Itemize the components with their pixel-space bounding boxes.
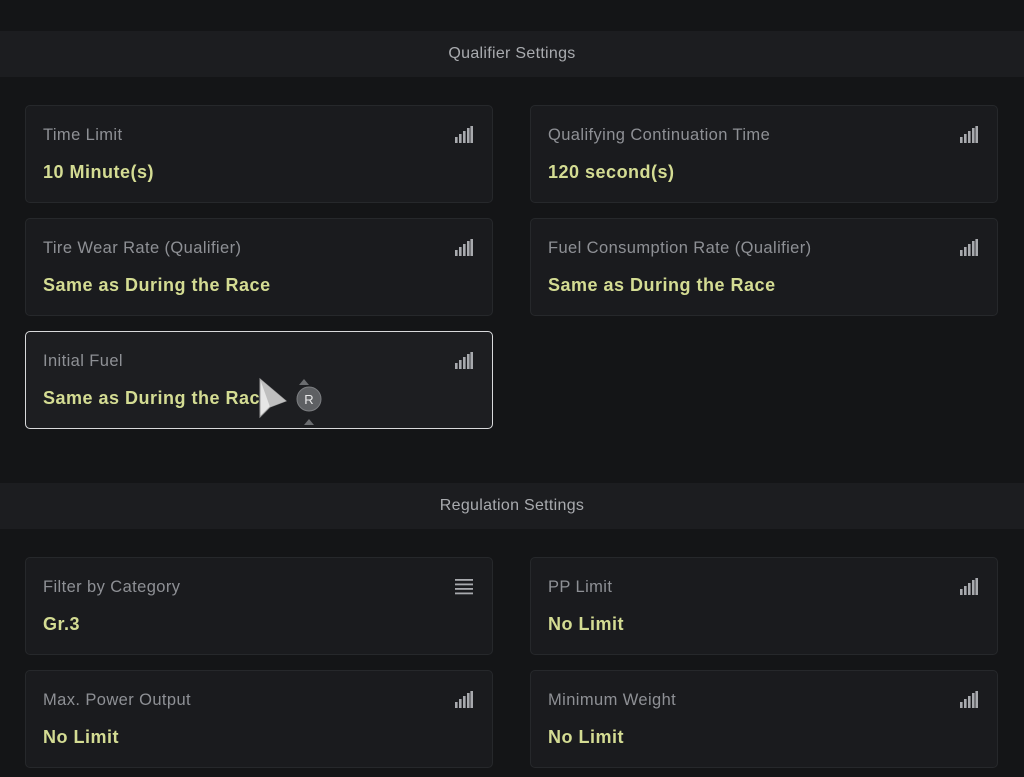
signal-bars-icon: [960, 578, 978, 595]
cursor-pointer-icon: R: [259, 377, 322, 425]
chevron-up-icon: [299, 379, 309, 385]
minimum-weight-card[interactable]: Minimum Weight No Limit: [530, 670, 998, 768]
qualifier-settings-title: Qualifier Settings: [448, 45, 576, 62]
fuel-consumption-rate-card[interactable]: Fuel Consumption Rate (Qualifier) Same a…: [530, 218, 998, 316]
minimum-weight-label: Minimum Weight: [548, 691, 677, 709]
filter-by-category-value: Gr.3: [43, 614, 81, 634]
filter-by-category-label: Filter by Category: [43, 578, 181, 596]
tire-wear-rate-card[interactable]: Tire Wear Rate (Qualifier) Same as Durin…: [25, 218, 493, 316]
time-limit-value: 10 Minute(s): [43, 162, 155, 182]
regulation-settings-header: Regulation Settings: [0, 483, 1024, 529]
fuel-consumption-rate-value: Same as During the Race: [548, 275, 776, 295]
signal-bars-icon: [455, 691, 473, 708]
chevron-down-icon: [304, 419, 314, 425]
signal-bars-icon: [455, 126, 473, 143]
signal-bars-icon: [455, 352, 473, 369]
time-limit-card[interactable]: Time Limit 10 Minute(s): [25, 105, 493, 203]
max-power-output-card[interactable]: Max. Power Output No Limit: [25, 670, 493, 768]
tire-wear-rate-label: Tire Wear Rate (Qualifier): [43, 239, 242, 257]
time-limit-label: Time Limit: [43, 126, 123, 144]
pp-limit-label: PP Limit: [548, 578, 613, 596]
settings-page: Qualifier Settings Time Limit 10 Minute(…: [0, 0, 1024, 777]
signal-bars-icon: [960, 126, 978, 143]
initial-fuel-value: Same as During the Race: [43, 388, 271, 408]
qualifier-settings-header: Qualifier Settings: [0, 31, 1024, 77]
regulation-settings-title: Regulation Settings: [439, 497, 585, 514]
max-power-output-value: No Limit: [43, 727, 119, 747]
signal-bars-icon: [455, 239, 473, 256]
pp-limit-value: No Limit: [548, 614, 624, 634]
max-power-output-label: Max. Power Output: [43, 691, 192, 709]
qualifying-continuation-time-value: 120 second(s): [548, 162, 675, 182]
signal-bars-icon: [960, 691, 978, 708]
fuel-consumption-rate-label: Fuel Consumption Rate (Qualifier): [548, 239, 812, 257]
list-icon: [455, 579, 473, 595]
qualifying-continuation-time-card[interactable]: Qualifying Continuation Time 120 second(…: [530, 105, 998, 203]
initial-fuel-label: Initial Fuel: [43, 352, 124, 370]
qualifying-continuation-time-label: Qualifying Continuation Time: [548, 126, 771, 144]
r-button-glyph: R: [304, 392, 313, 407]
filter-by-category-card[interactable]: Filter by Category Gr.3: [25, 557, 493, 655]
pp-limit-card[interactable]: PP Limit No Limit: [530, 557, 998, 655]
minimum-weight-value: No Limit: [548, 727, 624, 747]
signal-bars-icon: [960, 239, 978, 256]
tire-wear-rate-value: Same as During the Race: [43, 275, 271, 295]
